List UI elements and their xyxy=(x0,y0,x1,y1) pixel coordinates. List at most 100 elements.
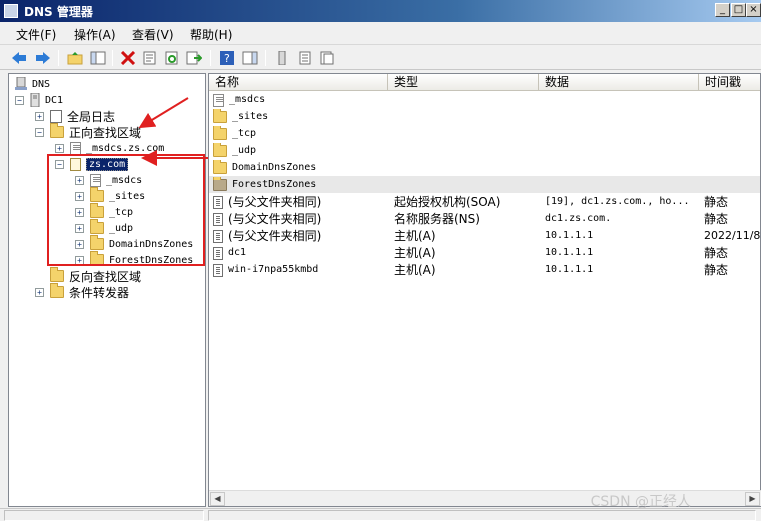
zone-list-icon[interactable] xyxy=(296,49,314,67)
tree-label: DC1 xyxy=(45,94,64,106)
tree-item-forestdnszones[interactable]: + ForestDnsZones xyxy=(75,251,194,268)
list-row-highlighted[interactable]: ForestDnsZones xyxy=(209,176,760,193)
list-row[interactable]: _udp xyxy=(209,142,760,159)
dns-icon xyxy=(15,76,27,91)
collapse-icon[interactable]: − xyxy=(15,95,24,105)
row-type: 主机(A) xyxy=(394,246,436,260)
folder-icon xyxy=(50,123,64,138)
list-row[interactable]: DomainDnsZones xyxy=(209,159,760,176)
tree-item-udp[interactable]: + _udp xyxy=(75,219,133,236)
list-row[interactable]: (与父文件夹相同) 主机(A) 10.1.1.1 2022/11/8 xyxy=(209,227,760,244)
list-row[interactable]: win-i7npa55kmbd 主机(A) 10.1.1.1 静态 xyxy=(209,261,760,278)
tree-item-tcp[interactable]: + _tcp xyxy=(75,203,134,220)
row-type: 主机(A) xyxy=(394,263,436,277)
back-icon[interactable] xyxy=(10,49,28,67)
folder-icon xyxy=(90,219,104,234)
collapse-icon[interactable]: − xyxy=(55,159,64,169)
row-name: win-i7npa55kmbd xyxy=(228,264,319,275)
zone-icon xyxy=(90,173,101,187)
row-timestamp: 静态 xyxy=(704,212,729,226)
expand-icon[interactable]: + xyxy=(75,255,84,265)
expand-icon[interactable]: + xyxy=(75,239,84,249)
zone-icon xyxy=(213,93,224,107)
export-list-icon[interactable] xyxy=(185,49,203,67)
row-timestamp: 静态 xyxy=(704,195,729,209)
expand-icon[interactable]: + xyxy=(75,175,84,185)
server-icon[interactable] xyxy=(273,49,291,67)
tree-label: _tcp xyxy=(109,206,134,218)
folder-icon xyxy=(90,187,104,202)
expand-icon[interactable]: + xyxy=(35,287,44,297)
up-folder-icon[interactable] xyxy=(66,49,84,67)
scroll-left-icon[interactable]: ◀ xyxy=(210,492,225,506)
tree-item-conditional-forwarders[interactable]: + 条件转发器 xyxy=(35,283,130,300)
status-panel xyxy=(208,510,756,521)
expand-icon[interactable]: + xyxy=(75,207,84,217)
row-data: 10.1.1.1 xyxy=(545,264,594,275)
list-row[interactable]: _msdcs xyxy=(209,91,760,108)
row-name: _udp xyxy=(232,145,257,156)
tree-label: 条件转发器 xyxy=(69,285,130,300)
maximize-button[interactable]: □ xyxy=(731,3,746,17)
details-list: 名称 类型 数据 时间戳 _msdcs _sites _tcp _udp Dom… xyxy=(208,73,761,507)
properties-icon[interactable] xyxy=(141,49,159,67)
log-icon xyxy=(50,109,62,123)
show-hide-tree-icon[interactable] xyxy=(89,49,107,67)
tree-label: 全局日志 xyxy=(67,109,116,124)
tree-item-domaindnszones[interactable]: + DomainDnsZones xyxy=(75,235,194,252)
close-button[interactable]: × xyxy=(746,3,761,17)
row-data: 10.1.1.1 xyxy=(545,247,594,258)
record-icon xyxy=(213,246,223,260)
tree-item-sites[interactable]: + _sites xyxy=(75,187,145,204)
row-name: _sites xyxy=(232,111,269,122)
folder-icon xyxy=(213,126,227,140)
row-name: (与父文件夹相同) xyxy=(228,195,322,209)
tree-item-server[interactable]: − DC1 xyxy=(15,92,63,108)
help-icon[interactable]: ? xyxy=(218,49,236,67)
menu-view[interactable]: 查看(V) xyxy=(132,26,174,43)
tree-item-global-logs[interactable]: + 全局日志 xyxy=(35,108,115,124)
folder-icon xyxy=(213,109,227,123)
record-icon xyxy=(213,229,223,243)
column-header-timestamp[interactable]: 时间戳 xyxy=(699,74,760,91)
forward-icon[interactable] xyxy=(34,49,52,67)
tree-label: _msdcs xyxy=(106,174,143,186)
column-header-data[interactable]: 数据 xyxy=(539,74,699,91)
column-header-name[interactable]: 名称 xyxy=(209,74,388,91)
tree-item-zs-com[interactable]: − zs.com xyxy=(55,156,129,172)
row-data: 10.1.1.1 xyxy=(545,230,594,241)
folder-icon xyxy=(90,203,104,218)
tree-item-msdcs[interactable]: + _msdcs xyxy=(75,172,142,188)
list-row[interactable]: (与父文件夹相同) 起始授权机构(SOA) [19], dc1.zs.com.,… xyxy=(209,193,760,210)
delete-icon[interactable] xyxy=(119,49,137,67)
list-row[interactable]: (与父文件夹相同) 名称服务器(NS) dc1.zs.com. 静态 xyxy=(209,210,760,227)
refresh-icon[interactable] xyxy=(163,49,181,67)
list-row[interactable]: _sites xyxy=(209,108,760,125)
tree-label: DomainDnsZones xyxy=(109,238,194,250)
expand-icon[interactable]: + xyxy=(75,191,84,201)
tree-label: DNS xyxy=(32,78,51,90)
collapse-icon[interactable]: − xyxy=(35,127,44,137)
menu-action[interactable]: 操作(A) xyxy=(74,26,116,43)
list-row[interactable]: _tcp xyxy=(209,125,760,142)
action-pane-icon[interactable] xyxy=(241,49,259,67)
column-header-type[interactable]: 类型 xyxy=(388,74,539,91)
menu-file[interactable]: 文件(F) xyxy=(16,26,56,43)
row-data: dc1.zs.com. xyxy=(545,213,612,224)
expand-icon[interactable]: + xyxy=(75,223,84,233)
tree-label: ForestDnsZones xyxy=(109,254,194,266)
tree-item-dns-root[interactable]: DNS xyxy=(15,76,50,92)
scroll-right-icon[interactable]: ▶ xyxy=(745,492,760,506)
tree-item-reverse-zones[interactable]: 反向查找区域 xyxy=(35,267,141,284)
list-row[interactable]: dc1 主机(A) 10.1.1.1 静态 xyxy=(209,244,760,261)
expand-icon[interactable]: + xyxy=(35,111,44,121)
row-type: 名称服务器(NS) xyxy=(394,212,480,226)
minimize-button[interactable]: _ xyxy=(715,3,730,17)
menu-help[interactable]: 帮助(H) xyxy=(190,26,232,43)
row-name: DomainDnsZones xyxy=(232,162,317,173)
expand-icon[interactable]: + xyxy=(55,143,64,153)
tree-item-msdcs-zone[interactable]: + _msdcs.zs.com xyxy=(55,140,164,156)
record-icon[interactable] xyxy=(318,49,336,67)
tree-item-forward-zones[interactable]: − 正向查找区域 xyxy=(35,123,141,140)
row-name: _msdcs xyxy=(229,94,266,105)
